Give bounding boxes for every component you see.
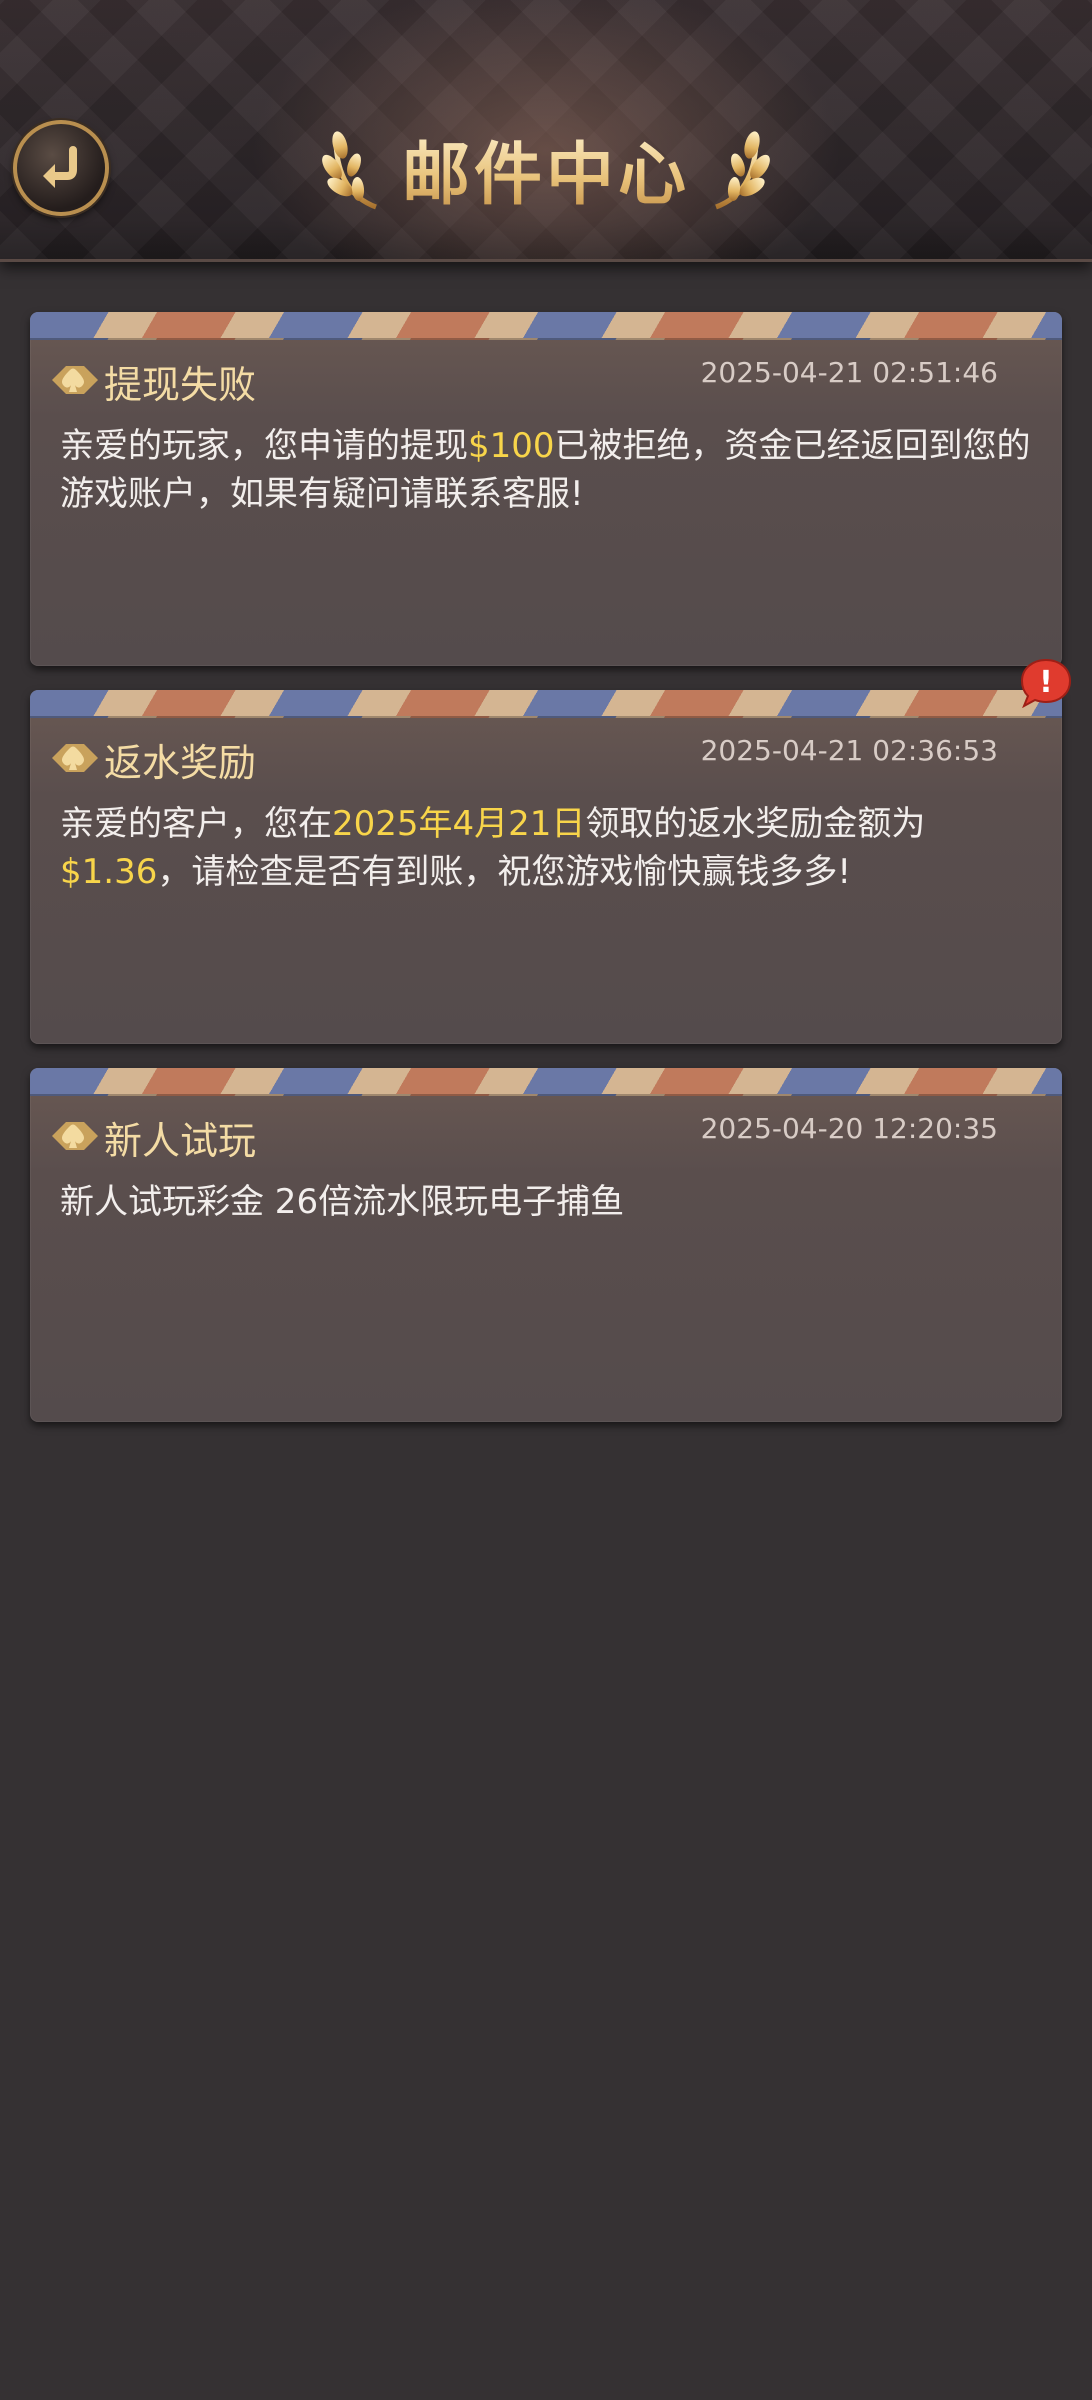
title-group: 邮件中心 bbox=[0, 118, 1092, 218]
body-text: 新人试玩彩金 26倍流水限玩电子捕鱼 bbox=[60, 1182, 625, 1222]
body-text: 亲爱的客户，您在 bbox=[60, 804, 332, 844]
mail-item[interactable]: 新人试玩 2025-04-20 12:20:35 新人试玩彩金 26倍流水限玩电… bbox=[30, 1068, 1062, 1422]
mail-timestamp: 2025-04-20 12:20:35 bbox=[700, 1112, 998, 1145]
body-date: 2025年4月21日 bbox=[332, 804, 586, 844]
laurel-left-icon bbox=[322, 131, 377, 210]
mail-title: 新人试玩 bbox=[104, 1119, 257, 1163]
body-text: ，请检查是否有到账，祝您游戏愉快赢钱多多! bbox=[157, 852, 851, 892]
mail-title: 提现失败 bbox=[104, 363, 257, 407]
mail-timestamp: 2025-04-21 02:51:46 bbox=[700, 356, 998, 389]
mail-item[interactable]: 提现失败 2025-04-21 02:51:46 亲爱的玩家，您申请的提现$10… bbox=[30, 312, 1062, 666]
mail-item[interactable]: ! 返水奖励 2025-04-21 02:36:53 亲爱的客户，您在2025年… bbox=[30, 658, 1072, 1044]
mail-body: 亲爱的客户，您在2025年4月21日领取的返水奖励金额为 $1.36，请检查是否有… bbox=[60, 800, 1050, 896]
unread-alert-icon: ! bbox=[1020, 658, 1072, 708]
header-bar: 邮件中心 bbox=[0, 0, 1092, 262]
mail-body: 新人试玩彩金 26倍流水限玩电子捕鱼 bbox=[60, 1178, 1050, 1226]
spade-tag-icon bbox=[52, 1122, 98, 1150]
body-amount: $1.36 bbox=[60, 852, 158, 892]
airmail-stripe bbox=[30, 690, 1062, 718]
airmail-stripe bbox=[30, 312, 1062, 340]
page-title: 邮件中心 bbox=[402, 119, 690, 218]
airmail-stripe bbox=[30, 1068, 1062, 1096]
spade-tag-icon bbox=[52, 744, 98, 772]
body-text: 领取的返水奖励金额为 bbox=[585, 804, 926, 844]
unread-badge-text: ! bbox=[1039, 665, 1053, 700]
mail-title: 返水奖励 bbox=[104, 741, 257, 785]
mail-timestamp: 2025-04-21 02:36:53 bbox=[700, 734, 998, 767]
laurel-right-icon bbox=[715, 131, 770, 210]
spade-tag-icon bbox=[52, 366, 98, 394]
mail-body: 亲爱的玩家，您申请的提现$100已被拒绝，资金已经返回到您的游戏账户，如果有疑问… bbox=[60, 422, 1050, 518]
body-amount: $100 bbox=[468, 426, 555, 466]
body-text: 亲爱的玩家，您申请的提现 bbox=[60, 426, 468, 466]
